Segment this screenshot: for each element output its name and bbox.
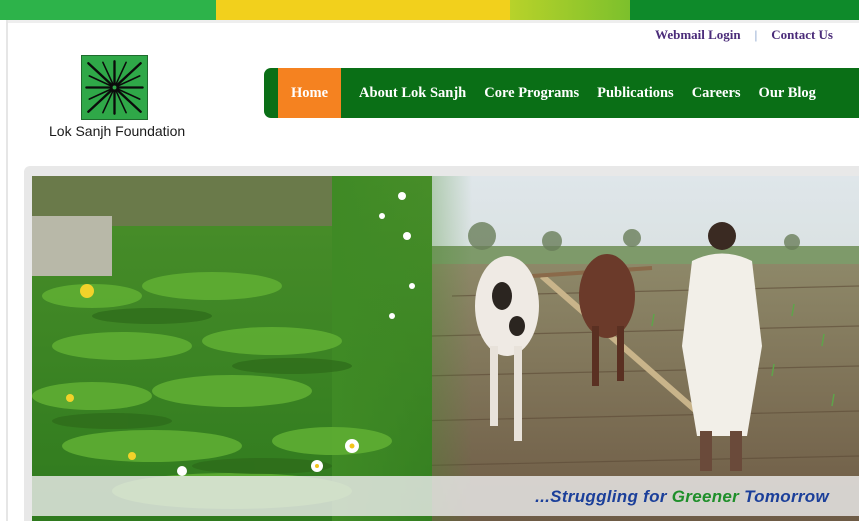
top-color-stripe bbox=[0, 0, 859, 20]
nav-core-programs[interactable]: Core Programs bbox=[475, 68, 588, 118]
webmail-login-link[interactable]: Webmail Login bbox=[655, 27, 741, 43]
nav-our-blog[interactable]: Our Blog bbox=[750, 68, 825, 118]
organization-name[interactable]: Lok Sanjh Foundation bbox=[49, 123, 185, 139]
page-left-border bbox=[6, 20, 8, 521]
nav-careers[interactable]: Careers bbox=[683, 68, 750, 118]
utility-separator: | bbox=[754, 27, 758, 42]
nav-home[interactable]: Home bbox=[278, 68, 342, 118]
logo-icon[interactable] bbox=[81, 55, 148, 120]
banner-tagline: ...Struggling for Greener Tomorrow bbox=[535, 487, 829, 507]
tagline-suffix: Tomorrow bbox=[739, 487, 829, 506]
nav-publications[interactable]: Publications bbox=[588, 68, 683, 118]
sunburst-logo-icon bbox=[85, 60, 144, 115]
header-divider bbox=[8, 20, 859, 23]
nav-about[interactable]: About Lok Sanjh bbox=[350, 68, 475, 118]
main-navigation: Home About Lok Sanjh Core Programs Publi… bbox=[264, 68, 859, 118]
utility-links: Webmail Login | Contact Us bbox=[655, 27, 833, 43]
tagline-green-word: Greener bbox=[671, 487, 740, 506]
contact-us-link[interactable]: Contact Us bbox=[771, 27, 833, 43]
hero-banner-image bbox=[32, 176, 859, 521]
tagline-prefix: ...Struggling for bbox=[535, 487, 672, 506]
